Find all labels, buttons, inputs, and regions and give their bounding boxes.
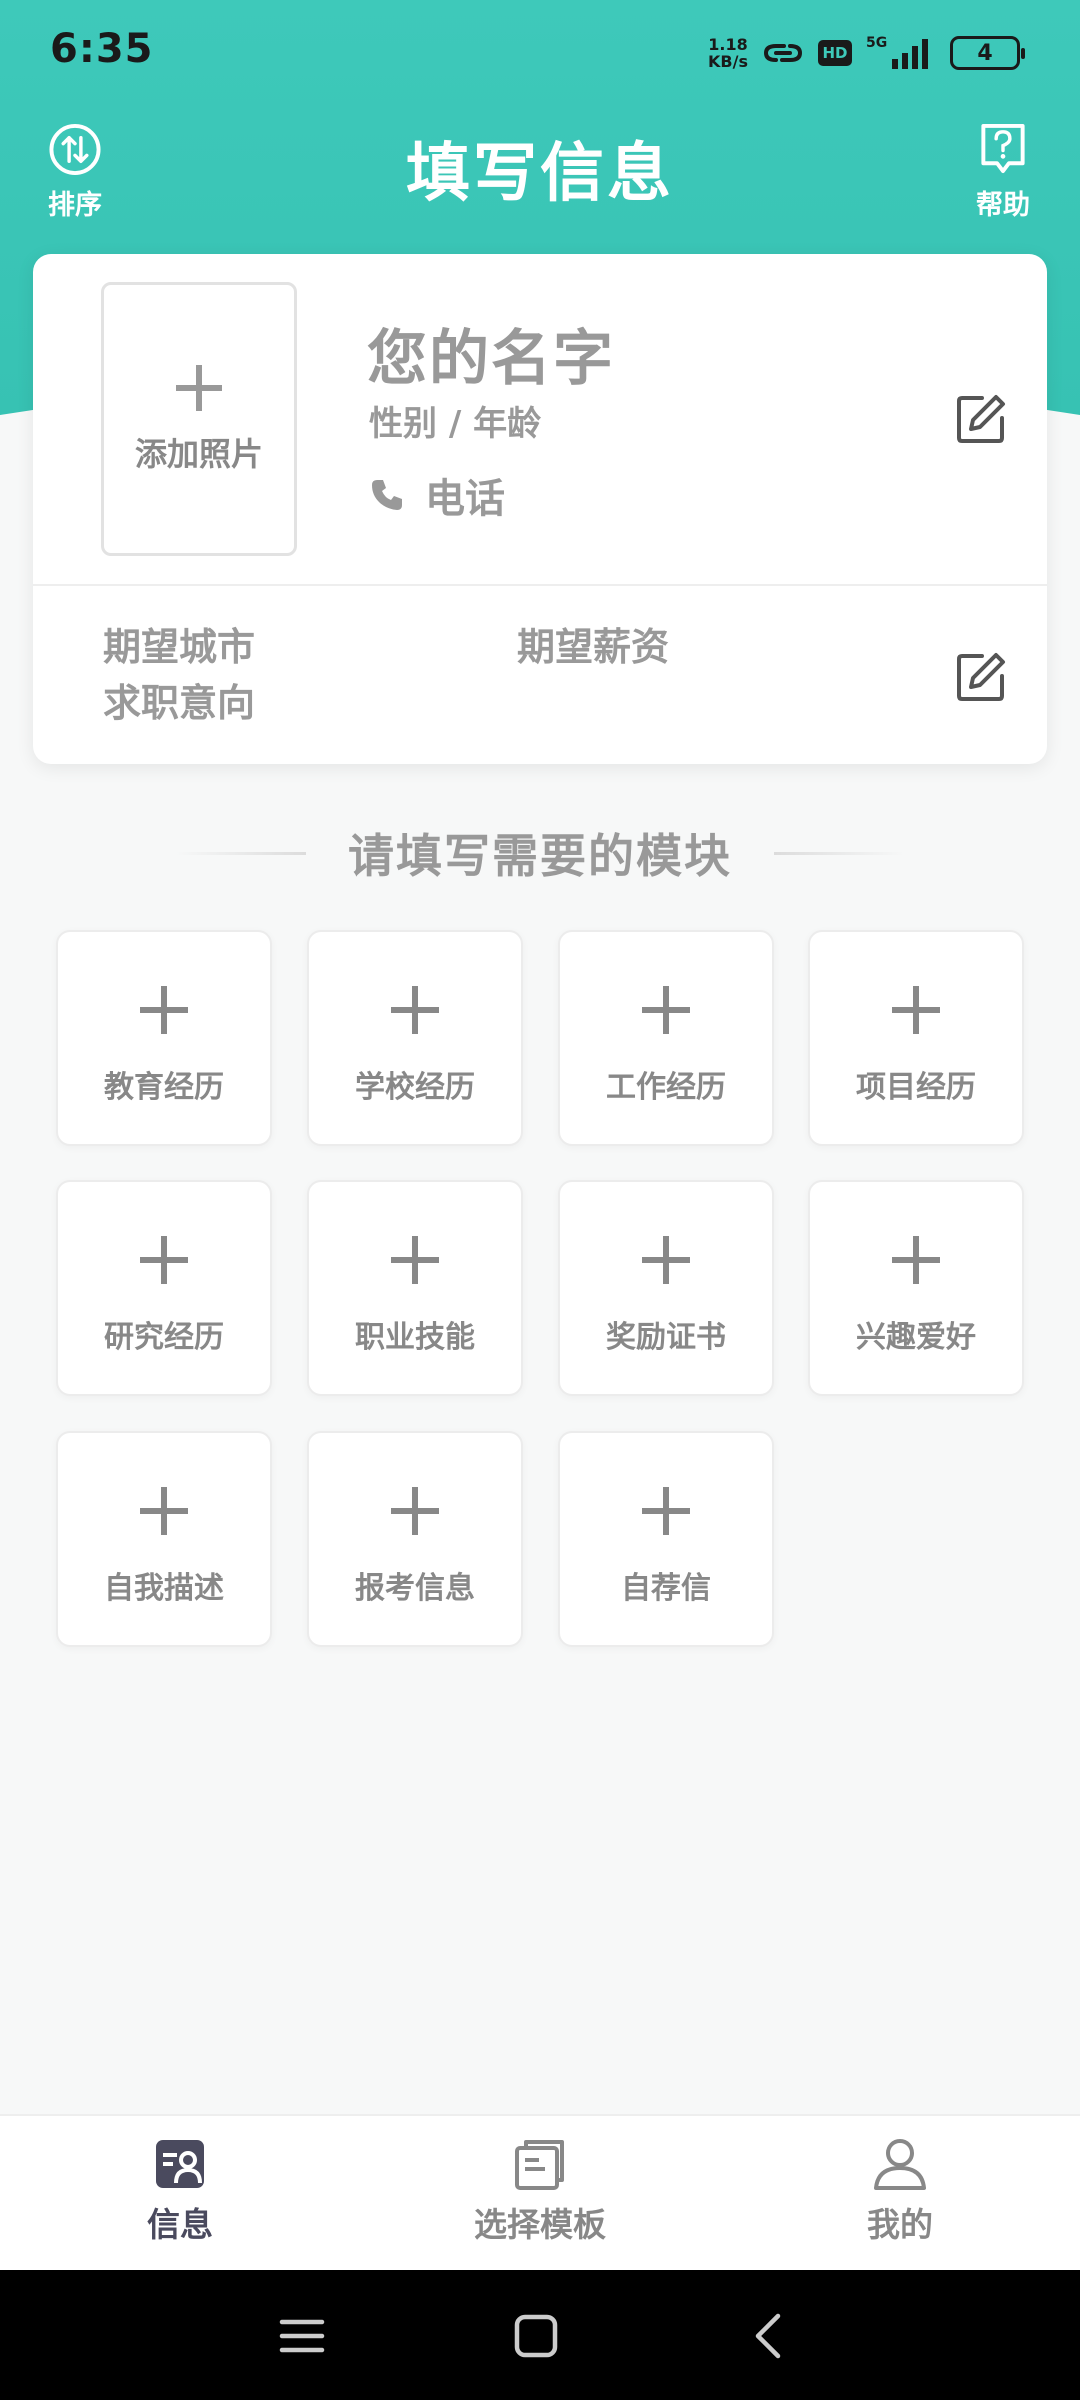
plus-icon	[642, 986, 690, 1034]
nav-tab-info[interactable]: 信息	[80, 2136, 280, 2266]
help-label: 帮助	[976, 190, 1030, 221]
module-label: 自荐信	[621, 1571, 711, 1606]
module-exam-info[interactable]: 报考信息	[307, 1431, 523, 1647]
divider-line	[774, 852, 904, 855]
profile-card: 添加照片 您的名字 性别 / 年龄 电话 期望城市 求职意向 期望薪资	[33, 254, 1047, 764]
signal-icon: 5G	[866, 35, 928, 69]
name-field[interactable]: 您的名字	[367, 310, 615, 397]
nav-tab-mine[interactable]: 我的	[800, 2136, 1000, 2266]
module-label: 奖励证书	[606, 1320, 726, 1355]
module-label: 自我描述	[104, 1571, 224, 1606]
module-label: 研究经历	[104, 1320, 224, 1355]
plus-icon	[176, 365, 222, 411]
module-hobbies[interactable]: 兴趣爱好	[808, 1180, 1024, 1396]
edit-basic-info-button[interactable]	[954, 392, 1008, 446]
plus-icon	[642, 1236, 690, 1284]
svg-text:5G: 5G	[866, 35, 887, 51]
nav-label: 信息	[147, 2205, 213, 2244]
module-education[interactable]: 教育经历	[56, 930, 272, 1146]
plus-icon	[391, 1487, 439, 1535]
add-photo-button[interactable]: 添加照片	[101, 282, 297, 556]
help-button[interactable]: 帮助	[953, 122, 1053, 222]
phone-field[interactable]: 电话	[369, 466, 505, 524]
module-awards[interactable]: 奖励证书	[558, 1180, 774, 1396]
add-photo-label: 添加照片	[134, 435, 263, 473]
person-icon	[874, 2139, 926, 2190]
back-chevron-icon	[755, 2313, 781, 2359]
module-label: 项目经历	[856, 1070, 976, 1105]
network-speed: 1.18 KB/s	[708, 35, 748, 71]
module-label: 学校经历	[355, 1070, 475, 1105]
status-time: 6:35	[50, 26, 154, 72]
expected-city-field[interactable]: 期望城市	[103, 616, 255, 671]
modules-section-title: 请填写需要的模块	[348, 829, 732, 883]
link-icon	[763, 44, 803, 62]
hd-badge: HD	[818, 40, 852, 66]
gender-age-field[interactable]: 性别 / 年龄	[369, 396, 541, 445]
job-intent-field[interactable]: 求职意向	[103, 672, 255, 727]
module-label: 职业技能	[355, 1320, 475, 1355]
module-label: 兴趣爱好	[856, 1320, 976, 1355]
module-cover-letter[interactable]: 自荐信	[558, 1431, 774, 1647]
home-square-icon	[514, 2314, 558, 2358]
battery-indicator: 4	[950, 36, 1025, 70]
phone-label: 电话	[425, 476, 505, 522]
system-menu-button[interactable]	[274, 2308, 330, 2364]
plus-icon	[140, 1487, 188, 1535]
plus-icon	[391, 986, 439, 1034]
module-label: 工作经历	[606, 1070, 726, 1105]
nav-label: 选择模板	[474, 2205, 606, 2244]
module-school[interactable]: 学校经历	[307, 930, 523, 1146]
card-divider	[33, 584, 1047, 586]
plus-icon	[642, 1487, 690, 1535]
module-research[interactable]: 研究经历	[56, 1180, 272, 1396]
phone-icon	[372, 480, 402, 510]
plus-icon	[892, 986, 940, 1034]
modules-section-header: 请填写需要的模块	[0, 820, 1080, 890]
edit-icon	[957, 653, 1005, 701]
status-bar: 6:35 1.18 KB/s HD 5G 4	[0, 0, 1080, 100]
system-back-button[interactable]	[742, 2308, 798, 2364]
module-label: 报考信息	[355, 1571, 475, 1606]
module-skills[interactable]: 职业技能	[307, 1180, 523, 1396]
nav-tab-templates[interactable]: 选择模板	[440, 2136, 640, 2266]
edit-job-intent-button[interactable]	[954, 650, 1008, 704]
template-stack-icon	[515, 2140, 564, 2190]
plus-icon	[140, 1236, 188, 1284]
module-work[interactable]: 工作经历	[558, 930, 774, 1146]
bottom-navigation: 信息 选择模板 我的	[0, 2114, 1080, 2270]
help-question-icon	[981, 123, 1025, 174]
system-navigation-bar	[0, 2270, 1080, 2400]
edit-icon	[957, 395, 1005, 443]
info-card-icon	[156, 2140, 204, 2188]
page-title: 填写信息	[406, 137, 674, 211]
module-self-description[interactable]: 自我描述	[56, 1431, 272, 1647]
plus-icon	[391, 1236, 439, 1284]
module-project[interactable]: 项目经历	[808, 930, 1024, 1146]
menu-icon	[279, 2319, 325, 2353]
module-label: 教育经历	[104, 1070, 224, 1105]
plus-icon	[892, 1236, 940, 1284]
nav-label: 我的	[867, 2205, 933, 2244]
plus-icon	[140, 986, 188, 1034]
system-home-button[interactable]	[508, 2308, 564, 2364]
expected-salary-field[interactable]: 期望薪资	[517, 616, 669, 671]
